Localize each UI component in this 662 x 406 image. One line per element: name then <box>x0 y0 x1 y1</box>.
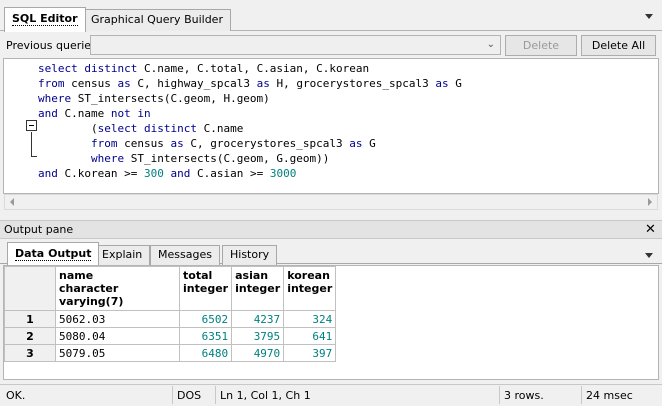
delete-button[interactable]: Delete <box>505 35 577 56</box>
tab-history[interactable]: History <box>222 245 278 265</box>
code-line: select distinct C.name, C.total, C.asian… <box>38 62 370 75</box>
code-line: and C.korean >= 300 and C.asian >= 3000 <box>38 167 297 180</box>
status-divider <box>581 386 582 404</box>
cell-korean[interactable]: 641 <box>283 327 337 345</box>
cell-total[interactable]: 6351 <box>178 327 233 345</box>
tab-sql-editor-label: SQL Editor <box>12 12 78 26</box>
column-name: asian <box>235 269 269 282</box>
code-keyword: from <box>38 77 65 90</box>
status-encoding: DOS <box>177 389 202 402</box>
previous-queries-dropdown[interactable]: ⌄ <box>90 35 501 55</box>
tab-explain[interactable]: Explain <box>94 245 151 265</box>
table-row[interactable]: 3 5079.05 6480 4970 397 <box>4 344 337 362</box>
code-keyword: as <box>117 77 131 90</box>
status-divider <box>215 386 216 404</box>
code-line: where ST_intersects(C.geom, G.geom)) <box>90 152 330 165</box>
column-name: korean <box>287 269 330 282</box>
table-row[interactable]: 2 5080.04 6351 3795 641 <box>4 327 337 345</box>
code-keyword: and <box>170 167 191 180</box>
previous-queries-label: Previous queries <box>6 39 97 52</box>
pane-splitter[interactable] <box>0 211 662 220</box>
status-message: OK. <box>6 389 26 402</box>
row-number[interactable]: 3 <box>4 344 56 362</box>
tab-history-label: History <box>230 248 270 261</box>
status-divider <box>172 386 173 404</box>
output-tab-list-dropdown-icon[interactable] <box>645 253 653 258</box>
scroll-right-icon[interactable] <box>648 198 652 206</box>
code-keyword: from <box>90 137 118 150</box>
status-cursor-position: Ln 1, Col 1, Ch 1 <box>220 389 311 402</box>
status-bar <box>0 384 662 406</box>
cell-korean[interactable]: 397 <box>283 344 337 362</box>
cell-name[interactable]: 5079.05 <box>55 344 180 362</box>
row-number[interactable]: 1 <box>4 310 56 328</box>
cell-total[interactable]: 6480 <box>178 344 233 362</box>
code-line: and C.name not in <box>38 107 151 120</box>
row-number[interactable]: 2 <box>4 327 56 345</box>
code-keyword: distinct <box>84 62 138 75</box>
tab-explain-label: Explain <box>102 248 143 261</box>
output-pane-title: Output pane <box>4 223 74 236</box>
code-line: from census as C, highway_spcal3 as H, g… <box>38 77 462 90</box>
code-keyword: as <box>435 77 449 90</box>
code-keyword: select <box>38 62 78 75</box>
close-output-pane-icon[interactable]: ✕ <box>645 223 656 236</box>
code-keyword: and <box>38 107 58 120</box>
tab-graphical-query-builder[interactable]: Graphical Query Builder <box>83 9 231 31</box>
code-number: 3000 <box>269 167 297 180</box>
code-keyword: as <box>349 137 363 150</box>
column-name: name <box>59 269 94 282</box>
tab-messages[interactable]: Messages <box>150 245 220 265</box>
tab-data-output-label: Data Output <box>15 247 92 261</box>
status-elapsed-time: 24 msec <box>586 389 633 402</box>
delete-all-button[interactable]: Delete All <box>581 35 656 56</box>
cell-total[interactable]: 6502 <box>178 310 233 328</box>
cell-name[interactable]: 5062.03 <box>55 310 180 328</box>
fold-collapse-icon[interactable] <box>26 120 37 131</box>
grid-corner[interactable] <box>4 266 56 311</box>
column-type: integer <box>287 282 333 295</box>
code-line: from census as C, grocerystores_spcal3 a… <box>90 137 376 150</box>
code-line: where ST_intersects(C.geom, H.geom) <box>38 92 270 105</box>
column-header-korean[interactable]: korean integer <box>283 266 337 311</box>
code-keyword: where <box>38 92 72 105</box>
column-name: total <box>183 269 213 282</box>
tab-graphical-query-builder-label: Graphical Query Builder <box>91 13 223 26</box>
data-output-table: name character varying(7) total integer as… <box>4 266 337 362</box>
cell-asian[interactable]: 4970 <box>231 344 285 362</box>
status-row-count: 3 rows. <box>504 389 544 402</box>
tab-messages-label: Messages <box>158 248 212 261</box>
code-keyword: where <box>90 152 125 165</box>
chevron-down-icon: ⌄ <box>486 39 495 50</box>
cell-asian[interactable]: 4237 <box>231 310 285 328</box>
code-keyword: not <box>110 107 131 120</box>
code-keyword: as <box>170 137 184 150</box>
column-type: integer <box>183 282 229 295</box>
editor-horizontal-scrollbar[interactable] <box>4 194 658 210</box>
column-header-total[interactable]: total integer <box>178 266 233 311</box>
column-type: character varying(7) <box>59 282 124 308</box>
tab-data-output[interactable]: Data Output <box>7 242 100 265</box>
cell-asian[interactable]: 3795 <box>231 327 285 345</box>
output-pane-header <box>0 220 662 239</box>
table-header-row: name character varying(7) total integer as… <box>4 266 337 311</box>
table-row[interactable]: 1 5062.03 6502 4237 324 <box>4 310 337 328</box>
scroll-left-icon[interactable] <box>10 198 14 206</box>
cell-name[interactable]: 5080.04 <box>55 327 180 345</box>
status-divider <box>499 386 500 404</box>
fold-guide-line <box>31 132 37 157</box>
tab-list-dropdown-icon[interactable] <box>645 14 653 19</box>
code-number: 300 <box>143 167 164 180</box>
code-line: (select distinct C.name <box>38 122 244 135</box>
column-header-asian[interactable]: asian integer <box>231 266 285 311</box>
code-keyword: select <box>97 122 138 135</box>
column-header-name[interactable]: name character varying(7) <box>55 266 180 311</box>
column-type: integer <box>235 282 281 295</box>
code-keyword: in <box>137 107 151 120</box>
tab-sql-editor[interactable]: SQL Editor <box>4 7 86 32</box>
code-keyword: as <box>256 77 270 90</box>
cell-korean[interactable]: 324 <box>283 310 337 328</box>
code-keyword: distinct <box>143 122 197 135</box>
code-keyword: and <box>38 167 58 180</box>
